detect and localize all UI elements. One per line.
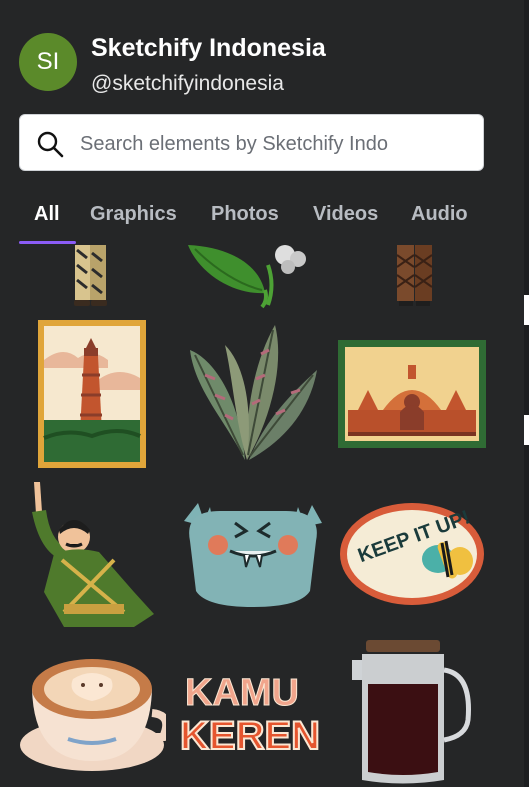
search-bar[interactable] — [19, 114, 484, 171]
graphic-green-leaf-flower[interactable] — [180, 245, 310, 311]
tab-all[interactable]: All — [34, 203, 60, 226]
tab-photos[interactable]: Photos — [211, 203, 279, 226]
keren-text: KEREN — [180, 714, 320, 755]
graphic-kamu-keren-text[interactable]: KAMU KEREN — [180, 669, 326, 756]
graphic-batik-legs-brown[interactable] — [385, 245, 445, 309]
graphic-pointing-soldier[interactable] — [24, 482, 158, 630]
search-input[interactable] — [78, 125, 477, 163]
graphics-grid: KEEP IT UP! KAMU KEREN — [0, 245, 505, 787]
kamu-text: KAMU — [185, 672, 299, 714]
graphic-borobudur-stamp[interactable] — [338, 340, 486, 448]
tab-videos[interactable]: Videos — [313, 203, 378, 226]
tab-bar: All Graphics Photos Videos Audio — [19, 195, 499, 245]
brand-header: SI Sketchify Indonesia @sketchifyindones… — [19, 30, 499, 100]
graphic-french-press-coffee[interactable] — [350, 640, 474, 787]
scrollbar[interactable] — [524, 0, 529, 787]
scroll-handle-top — [524, 295, 529, 325]
graphic-blue-monster[interactable] — [180, 501, 326, 609]
search-icon — [37, 131, 64, 158]
avatar-initials: SI — [36, 48, 60, 75]
scroll-handle-bottom — [524, 415, 529, 445]
graphic-tropical-leaves[interactable] — [185, 320, 320, 465]
active-tab-indicator — [19, 241, 76, 244]
brand-handle: @sketchifyindonesia — [91, 72, 284, 95]
graphic-lighthouse-stamp[interactable] — [38, 320, 146, 468]
tab-graphics[interactable]: Graphics — [90, 203, 177, 226]
brand-name[interactable]: Sketchify Indonesia — [91, 34, 326, 63]
graphic-batik-figure-legs[interactable] — [60, 245, 120, 309]
graphic-keep-it-up-sticker[interactable]: KEEP IT UP! — [338, 501, 486, 607]
brand-avatar[interactable]: SI — [19, 33, 77, 91]
graphic-latte-cup[interactable] — [18, 653, 166, 775]
tab-audio[interactable]: Audio — [411, 203, 468, 226]
